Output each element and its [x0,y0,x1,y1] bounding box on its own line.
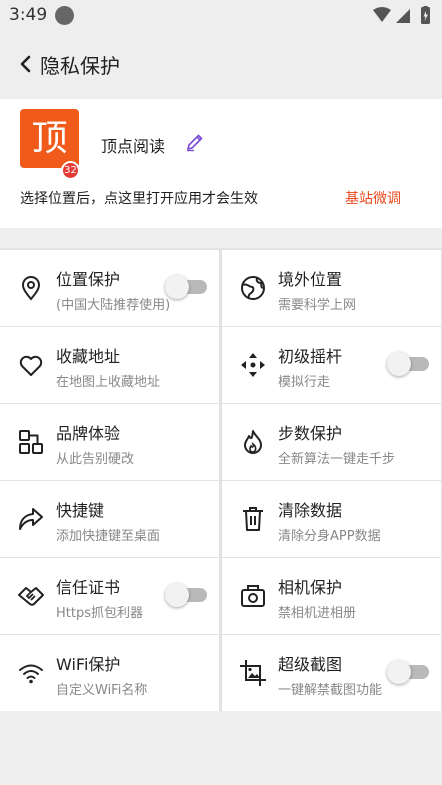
feature-subtitle: 清除分身APP数据 [278,529,381,544]
base-station-tune-link[interactable]: 基站微调 [345,188,401,208]
heart-icon [19,355,43,376]
feature-subtitle: 禁相机进相册 [278,606,357,621]
feature-title: 品牌体验 [56,424,121,443]
feature-title: 位置保护 [56,270,121,289]
feature-favorite-address[interactable]: 收藏地址 在地图上收藏地址 [0,327,219,403]
app-name: 顶点阅读 [101,137,166,156]
feature-title: 收藏地址 [56,347,121,366]
app-logo-char: 顶 [31,118,68,159]
app-card: 顶 32 顶点阅读 选择位置后，点这里打开应用才会生效 基站微调 [0,99,442,228]
feature-subtitle: 从此告别硬改 [56,452,135,467]
feature-clear-data[interactable]: 清除数据 清除分身APP数据 [222,481,441,557]
toggle-thumb [387,352,411,376]
page-title: 隐私保护 [40,54,120,78]
notification-dot-icon [55,6,74,25]
chevron-left-icon[interactable] [14,52,38,76]
joystick-toggle[interactable] [387,352,429,376]
app-bar: 隐私保护 [0,32,442,96]
location-pin-icon [21,276,41,301]
flame-icon [244,430,262,454]
feature-subtitle: Https抓包利器 [56,606,143,621]
feature-subtitle: 自定义WiFi名称 [56,683,148,698]
feature-brand-experience[interactable]: 品牌体验 从此告别硬改 [0,404,219,480]
feature-title: 信任证书 [56,578,121,597]
toggle-thumb [387,660,411,684]
feature-subtitle: 添加快捷键至桌面 [56,529,161,544]
screenshot-crop-icon [240,660,266,686]
camera-icon [241,585,265,607]
toggle-thumb [165,275,189,299]
feature-super-screenshot[interactable]: 超级截图 一键解禁截图功能 [222,635,441,711]
globe-icon [241,276,265,300]
trust-cert-toggle[interactable] [165,583,207,607]
handshake-icon [18,587,44,606]
feature-subtitle: 需要科学上网 [278,298,357,313]
feature-subtitle: 全新算法一键走千步 [278,452,396,467]
feature-overseas-location[interactable]: 境外位置 需要科学上网 [222,250,441,326]
feature-camera-protect[interactable]: 相机保护 禁相机进相册 [222,558,441,634]
trash-icon [243,507,263,531]
feature-wifi-protect[interactable]: WiFi保护 自定义WiFi名称 [0,635,219,711]
feature-location-protect[interactable]: 位置保护 (中国大陆推荐使用) [0,250,219,326]
cell-signal-icon [396,9,410,23]
feature-grid: 位置保护 (中国大陆推荐使用) 境外位置 需要科学上网 收藏地址 在地图上收藏地… [0,248,442,711]
share-arrow-icon [19,508,43,530]
app-logo: 顶 32 [20,109,80,180]
feature-title: 超级截图 [278,655,343,674]
feature-title: 步数保护 [278,424,343,443]
wifi-icon [19,664,43,684]
feature-title: 快捷键 [56,501,105,520]
feature-subtitle: 一键解禁截图功能 [278,683,383,698]
feature-trust-cert[interactable]: 信任证书 Https抓包利器 [0,558,219,634]
brand-squares-icon [19,430,43,454]
notification-badge: 32 [61,161,80,180]
feature-title: WiFi保护 [56,655,121,674]
feature-title: 境外位置 [278,270,343,289]
feature-joystick[interactable]: 初级摇杆 模拟行走 [222,327,441,403]
wifi-signal-icon [373,7,391,22]
status-time: 3:49 [9,5,48,25]
hint-text: 选择位置后，点这里打开应用才会生效 [20,191,258,207]
feature-shortcut[interactable]: 快捷键 添加快捷键至桌面 [0,481,219,557]
feature-title: 初级摇杆 [278,347,343,366]
feature-title: 清除数据 [278,501,343,520]
status-icons [373,6,430,24]
pencil-icon[interactable] [185,132,205,152]
status-bar: 3:49 [0,0,442,32]
feature-step-protect[interactable]: 步数保护 全新算法一键走千步 [222,404,441,480]
feature-subtitle: 模拟行走 [278,375,331,390]
feature-subtitle: (中国大陆推荐使用) [56,298,171,313]
super-screenshot-toggle[interactable] [387,660,429,684]
joystick-arrows-icon [241,353,265,377]
feature-title: 相机保护 [278,578,343,597]
feature-subtitle: 在地图上收藏地址 [56,375,161,390]
location-protect-toggle[interactable] [165,275,207,299]
toggle-thumb [165,583,189,607]
